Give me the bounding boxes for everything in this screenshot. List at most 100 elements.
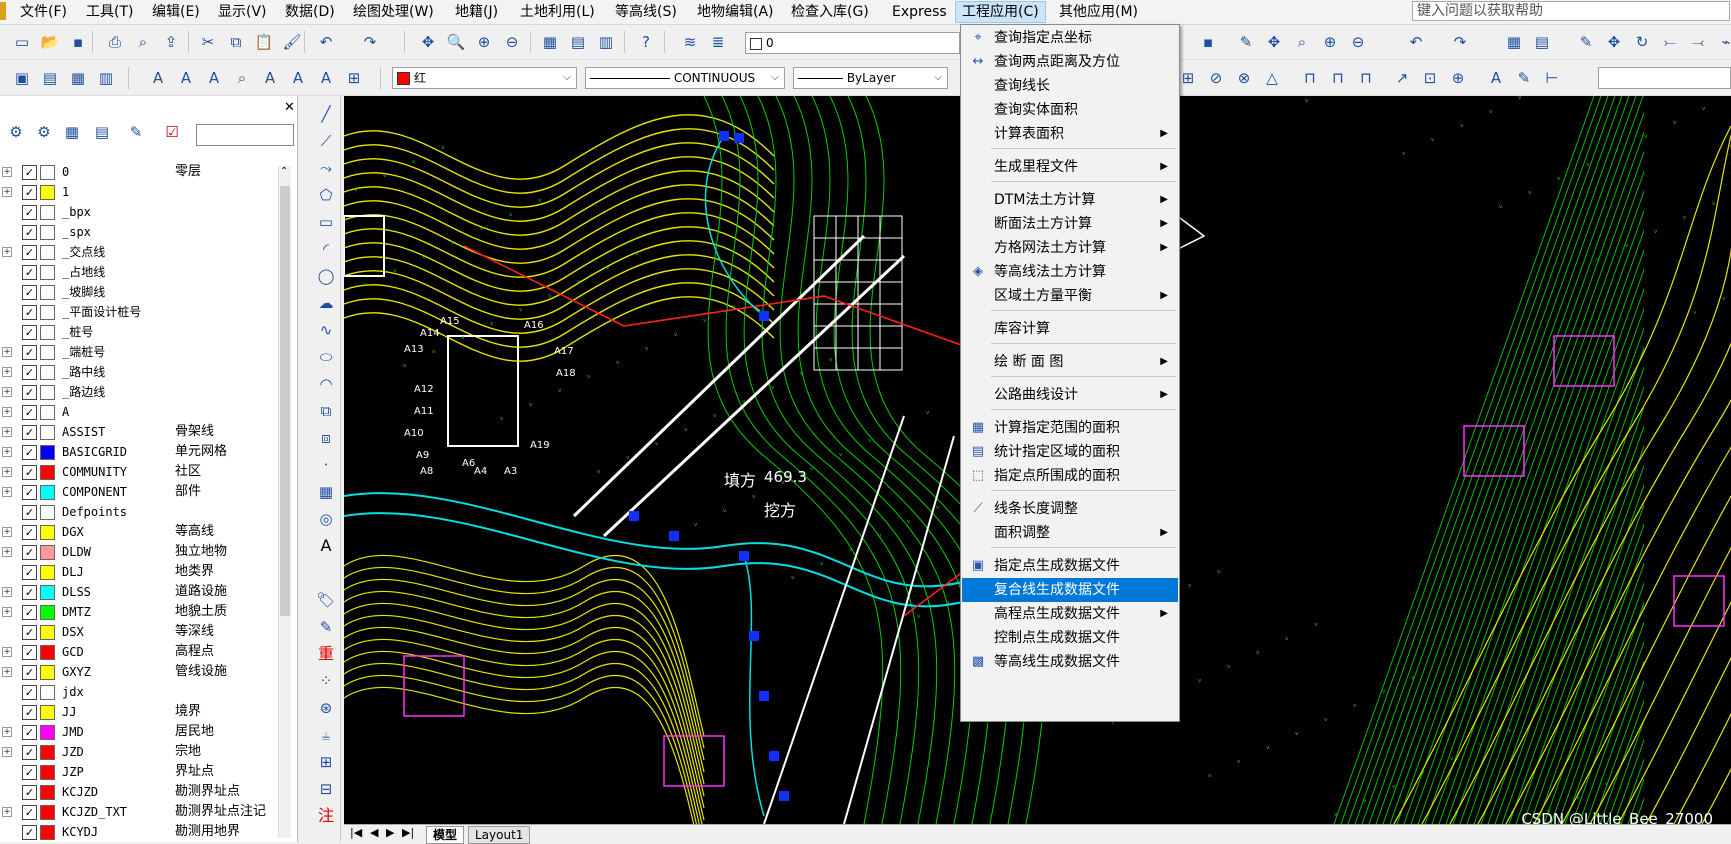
menu-item-22[interactable]: 控制点生成数据文件 [962, 626, 1178, 650]
layer-row[interactable]: + ✓ BASICGRID 单元网格 [0, 442, 282, 462]
layer-color-swatch[interactable] [40, 405, 55, 420]
layer-visible-checkbox[interactable]: ✓ [22, 625, 37, 640]
expand-icon[interactable]: + [2, 727, 12, 737]
layer-color-swatch[interactable] [40, 305, 55, 320]
expand-icon[interactable]: + [2, 527, 12, 537]
layer-filter-input[interactable] [196, 124, 294, 146]
ellipse-arc-icon[interactable]: ◠ [316, 374, 336, 394]
expand-icon[interactable]: + [2, 347, 12, 357]
make-block-icon[interactable]: ⧈ [316, 428, 336, 448]
tab-nav-next-icon[interactable]: ▶ [386, 826, 394, 839]
tab-nav-last-icon[interactable]: ▶| [402, 826, 414, 839]
expand-icon[interactable] [2, 307, 10, 315]
layer-color-swatch[interactable] [40, 505, 55, 520]
layer-visible-checkbox[interactable]: ✓ [22, 305, 37, 320]
layer-row[interactable]: ✓ KCJZD 勘测界址点 [0, 782, 282, 802]
dim4-icon[interactable]: △ [1262, 68, 1282, 88]
menu-item-18[interactable]: 面积调整 ▶ [962, 521, 1178, 545]
layer-color-swatch[interactable] [40, 325, 55, 340]
menu-item-13[interactable]: 公路曲线设计 ▶ [962, 383, 1178, 407]
expand-icon[interactable] [2, 687, 10, 695]
menu-item-12[interactable]: 工程应用(C) [955, 1, 1046, 23]
fence-icon[interactable]: ⫨ [316, 725, 336, 745]
expand-icon[interactable]: + [2, 447, 12, 457]
layer-row[interactable]: + ✓ 1 [0, 182, 282, 202]
menu-item-3[interactable]: 查询实体面积 [962, 98, 1178, 122]
text-box-icon[interactable]: A [316, 68, 336, 88]
layer-row[interactable]: + ✓ KCJZD_TXT 勘测界址点注记 [0, 802, 282, 822]
layer-color-swatch[interactable] [40, 205, 55, 220]
expand-icon[interactable]: + [2, 247, 12, 257]
layer-row[interactable]: + ✓ GCD 高程点 [0, 642, 282, 662]
layer-visible-checkbox[interactable]: ✓ [22, 345, 37, 360]
layer-row[interactable]: ✓ Defpoints [0, 502, 282, 522]
layer-tool-icon[interactable]: ✎ [126, 122, 146, 142]
menu-item-4[interactable]: 计算表面积 ▶ [962, 122, 1178, 146]
expand-icon[interactable]: + [2, 387, 12, 397]
expand-icon[interactable] [2, 627, 10, 635]
layer-visible-checkbox[interactable]: ✓ [22, 685, 37, 700]
layer-row[interactable]: ✓ KCYDJ 勘测用地界 [0, 822, 282, 842]
layer-visible-checkbox[interactable]: ✓ [22, 385, 37, 400]
menu-item-6[interactable]: 地籍(J) [449, 2, 504, 22]
layer-check-icon[interactable]: ☑ [162, 122, 182, 142]
dim11-icon[interactable]: A [1486, 68, 1506, 88]
undo-icon[interactable]: ↶ [316, 32, 336, 52]
layer-filter-icon[interactable]: ▦ [62, 122, 82, 142]
revcloud-icon[interactable]: ☁ [316, 293, 336, 313]
layer-visible-checkbox[interactable]: ✓ [22, 225, 37, 240]
layer-visible-checkbox[interactable]: ✓ [22, 585, 37, 600]
menu-item-10[interactable]: 检查入库(G) [785, 2, 875, 22]
layer-row[interactable]: + ✓ DMTZ 地貌土质 [0, 602, 282, 622]
layer-off-icon[interactable]: ▤ [40, 68, 60, 88]
layer-row[interactable]: ✓ _占地线 [0, 262, 282, 282]
layer-state-icon[interactable]: ⚙ [34, 122, 54, 142]
menu-item-0[interactable]: 文件(F) [14, 2, 73, 22]
layer-row[interactable]: ✓ _bpx [0, 202, 282, 222]
layer-color-swatch[interactable] [40, 445, 55, 460]
layer-row[interactable]: + ✓ _交点线 [0, 242, 282, 262]
menu-item-8[interactable]: 方格网法土方计算 ▶ [962, 236, 1178, 260]
redraw-icon[interactable]: 重 [316, 644, 336, 664]
extend-icon[interactable]: ⤙ [1688, 32, 1708, 52]
layer-combo[interactable]: 0 [745, 32, 960, 54]
menu-item-9[interactable]: 地物编辑(A) [691, 2, 780, 22]
menu-item-11[interactable]: 库容计算 [962, 317, 1178, 341]
layer-color-swatch[interactable] [40, 245, 55, 260]
save-icon[interactable]: ▪ [68, 32, 88, 52]
layer-new-icon[interactable]: ⚙ [6, 122, 26, 142]
layer-visible-checkbox[interactable]: ✓ [22, 425, 37, 440]
expand-icon[interactable]: + [2, 427, 12, 437]
text-edit-icon[interactable]: A [204, 68, 224, 88]
zoom-window-icon[interactable]: ⊕ [474, 32, 494, 52]
layer-color-swatch[interactable] [40, 805, 55, 820]
zoom3-icon[interactable]: ⊕ [1320, 32, 1340, 52]
layer-color-swatch[interactable] [40, 785, 55, 800]
dim12-icon[interactable]: ✎ [1514, 68, 1534, 88]
text-draw-icon[interactable]: A [316, 536, 336, 556]
menu-item-14[interactable]: ▦ 计算指定范围的面积 [962, 416, 1178, 440]
linetype-combo[interactable]: CONTINUOUS ⌵ [585, 67, 785, 89]
layer-color-swatch[interactable] [40, 745, 55, 760]
layer-row[interactable]: + ✓ ASSIST 骨架线 [0, 422, 282, 442]
layer-visible-checkbox[interactable]: ✓ [22, 165, 37, 180]
layer-prev-icon[interactable]: ≣ [708, 32, 728, 52]
properties-icon[interactable]: ▦ [540, 32, 560, 52]
trim-icon[interactable]: ⤚ [1660, 32, 1680, 52]
publish-icon[interactable]: ⇪ [161, 32, 181, 52]
text-field-icon[interactable]: ⊞ [344, 68, 364, 88]
text-find-icon[interactable]: ⌕ [232, 68, 252, 88]
expand-icon[interactable]: + [2, 167, 12, 177]
dim7-icon[interactable]: ⊓ [1356, 68, 1376, 88]
dim10-icon[interactable]: ⊕ [1448, 68, 1468, 88]
menu-item-8[interactable]: 等高线(S) [609, 2, 683, 22]
layer-visible-checkbox[interactable]: ✓ [22, 265, 37, 280]
layer-row[interactable]: + ✓ JMD 居民地 [0, 722, 282, 742]
tab-layout1[interactable]: Layout1 [468, 826, 531, 844]
node-icon[interactable]: ⁘ [316, 671, 336, 691]
menu-item-1[interactable]: ↔ 查询两点距离及方位 [962, 50, 1178, 74]
save2-icon[interactable]: ▪ [1198, 32, 1218, 52]
layer-row[interactable]: + ✓ GXYZ 管线设施 [0, 662, 282, 682]
layer-color-swatch[interactable] [40, 685, 55, 700]
expand-icon[interactable]: + [2, 747, 12, 757]
